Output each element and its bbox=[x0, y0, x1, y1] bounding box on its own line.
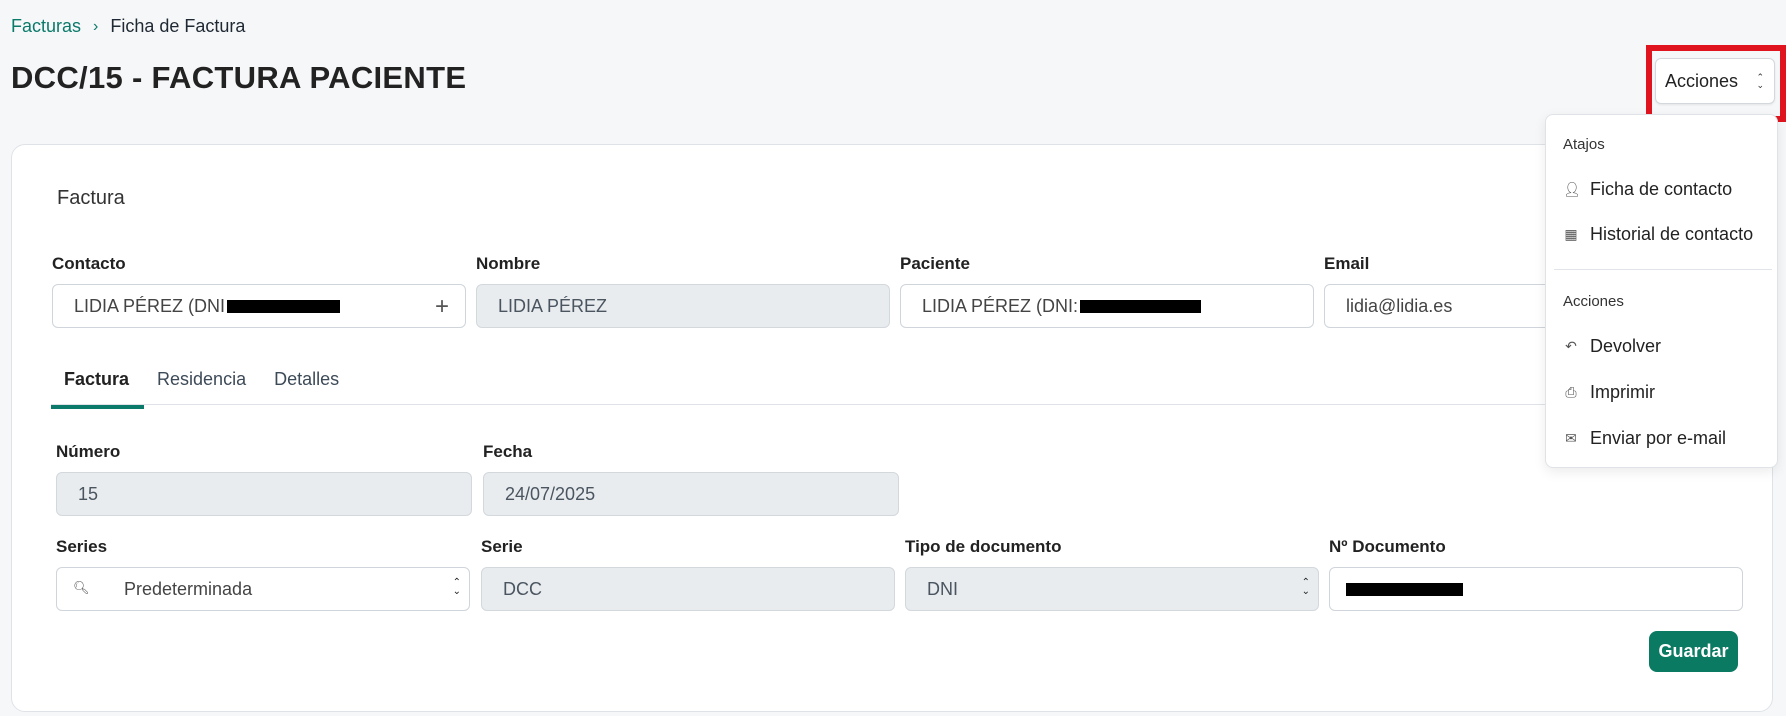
contacto-field[interactable]: LIDIA PÉREZ (DNI + bbox=[52, 284, 466, 328]
menu-item-historial-contacto[interactable]: ▦ Historial de contacto bbox=[1563, 224, 1753, 245]
menu-item-label: Imprimir bbox=[1590, 382, 1655, 402]
menu-item-enviar-email[interactable]: ✉ Enviar por e-mail bbox=[1563, 428, 1726, 449]
paciente-label: Paciente bbox=[900, 254, 970, 273]
menu-item-label: Devolver bbox=[1590, 336, 1662, 356]
printer-icon: ⎙ bbox=[1565, 384, 1577, 400]
breadcrumb-facturas-link[interactable]: Facturas bbox=[11, 16, 81, 37]
add-contact-icon[interactable]: + bbox=[435, 293, 449, 321]
search-icon: 🔍︎ bbox=[73, 580, 90, 595]
contacto-label: Contacto bbox=[52, 254, 126, 273]
email-label: Email bbox=[1324, 254, 1370, 273]
breadcrumb: Facturas › Ficha de Factura bbox=[11, 16, 245, 37]
page-title: DCC/15 - FACTURA PACIENTE bbox=[11, 60, 467, 95]
nombre-field[interactable]: LIDIA PÉREZ bbox=[476, 284, 890, 328]
numero-label: Número bbox=[56, 442, 121, 461]
serie-value: DCC bbox=[503, 578, 542, 599]
tab-bar: Factura Residencia Detalles bbox=[51, 365, 354, 409]
menu-item-label: Ficha de contacto bbox=[1590, 179, 1733, 199]
actions-button[interactable]: Acciones ⌃ ⌄ bbox=[1655, 58, 1775, 104]
nombre-value: LIDIA PÉREZ bbox=[498, 295, 608, 316]
chevron-up-down-icon: ⌃ ⌄ bbox=[1756, 72, 1764, 90]
serie-field[interactable]: DCC bbox=[481, 567, 895, 611]
redaction-bar bbox=[1080, 299, 1202, 313]
fecha-label: Fecha bbox=[483, 442, 533, 461]
tipo-documento-value: DNI bbox=[927, 578, 958, 599]
numero-field[interactable]: 15 bbox=[56, 472, 472, 516]
person-icon: 👤︎ bbox=[1563, 181, 1581, 197]
n-documento-field[interactable] bbox=[1329, 567, 1743, 611]
chevron-up-down-icon: ⌃ ⌄ bbox=[452, 577, 461, 597]
series-select[interactable]: 🔍︎ Predeterminada ⌃ ⌄ bbox=[56, 567, 470, 611]
breadcrumb-separator-icon: › bbox=[93, 17, 99, 35]
fecha-value: 24/07/2025 bbox=[505, 483, 596, 504]
actions-dropdown-menu: Atajos 👤︎ Ficha de contacto ▦ Historial … bbox=[1545, 114, 1778, 468]
calendar-icon: ▦ bbox=[1564, 226, 1578, 242]
tipo-documento-select[interactable]: DNI ⌃ ⌄ bbox=[905, 567, 1319, 611]
tab-residencia[interactable]: Residencia bbox=[144, 365, 261, 409]
menu-section-atajos: Atajos bbox=[1563, 136, 1605, 153]
paciente-value: LIDIA PÉREZ (DNI: bbox=[922, 295, 1079, 316]
contacto-value: LIDIA PÉREZ (DNI bbox=[74, 295, 226, 316]
menu-item-imprimir[interactable]: ⎙ Imprimir bbox=[1563, 382, 1655, 403]
nombre-label: Nombre bbox=[476, 254, 541, 273]
menu-item-label: Historial de contacto bbox=[1590, 224, 1754, 244]
menu-item-ficha-contacto[interactable]: 👤︎ Ficha de contacto bbox=[1563, 179, 1732, 200]
invoice-card bbox=[11, 144, 1773, 712]
serie-label: Serie bbox=[481, 537, 523, 556]
menu-item-devolver[interactable]: ↶ Devolver bbox=[1563, 336, 1661, 357]
n-documento-label: Nº Documento bbox=[1329, 537, 1446, 556]
tab-detalles[interactable]: Detalles bbox=[261, 365, 354, 409]
series-label: Series bbox=[56, 537, 108, 556]
chevron-up-down-icon: ⌃ ⌄ bbox=[1301, 577, 1310, 597]
menu-item-label: Enviar por e-mail bbox=[1590, 428, 1727, 448]
fecha-field[interactable]: 24/07/2025 bbox=[483, 472, 899, 516]
menu-divider bbox=[1554, 269, 1772, 270]
actions-button-label: Acciones bbox=[1665, 70, 1739, 91]
tabs-divider bbox=[51, 404, 1766, 405]
email-value: lidia@lidia.es bbox=[1346, 295, 1453, 316]
undo-icon: ↶ bbox=[1565, 338, 1577, 354]
menu-section-acciones: Acciones bbox=[1563, 293, 1624, 310]
paciente-field[interactable]: LIDIA PÉREZ (DNI: bbox=[900, 284, 1314, 328]
card-title: Factura bbox=[57, 187, 125, 209]
tipo-documento-label: Tipo de documento bbox=[905, 537, 1062, 556]
mail-icon: ✉ bbox=[1565, 430, 1577, 446]
breadcrumb-current: Ficha de Factura bbox=[110, 16, 246, 36]
series-value: Predeterminada bbox=[124, 578, 253, 599]
tab-factura[interactable]: Factura bbox=[51, 365, 145, 409]
redaction-bar bbox=[1346, 582, 1463, 596]
numero-value: 15 bbox=[78, 483, 99, 504]
save-button[interactable]: Guardar bbox=[1649, 631, 1738, 672]
email-field[interactable]: lidia@lidia.es bbox=[1324, 284, 1564, 328]
redaction-bar bbox=[227, 299, 341, 313]
